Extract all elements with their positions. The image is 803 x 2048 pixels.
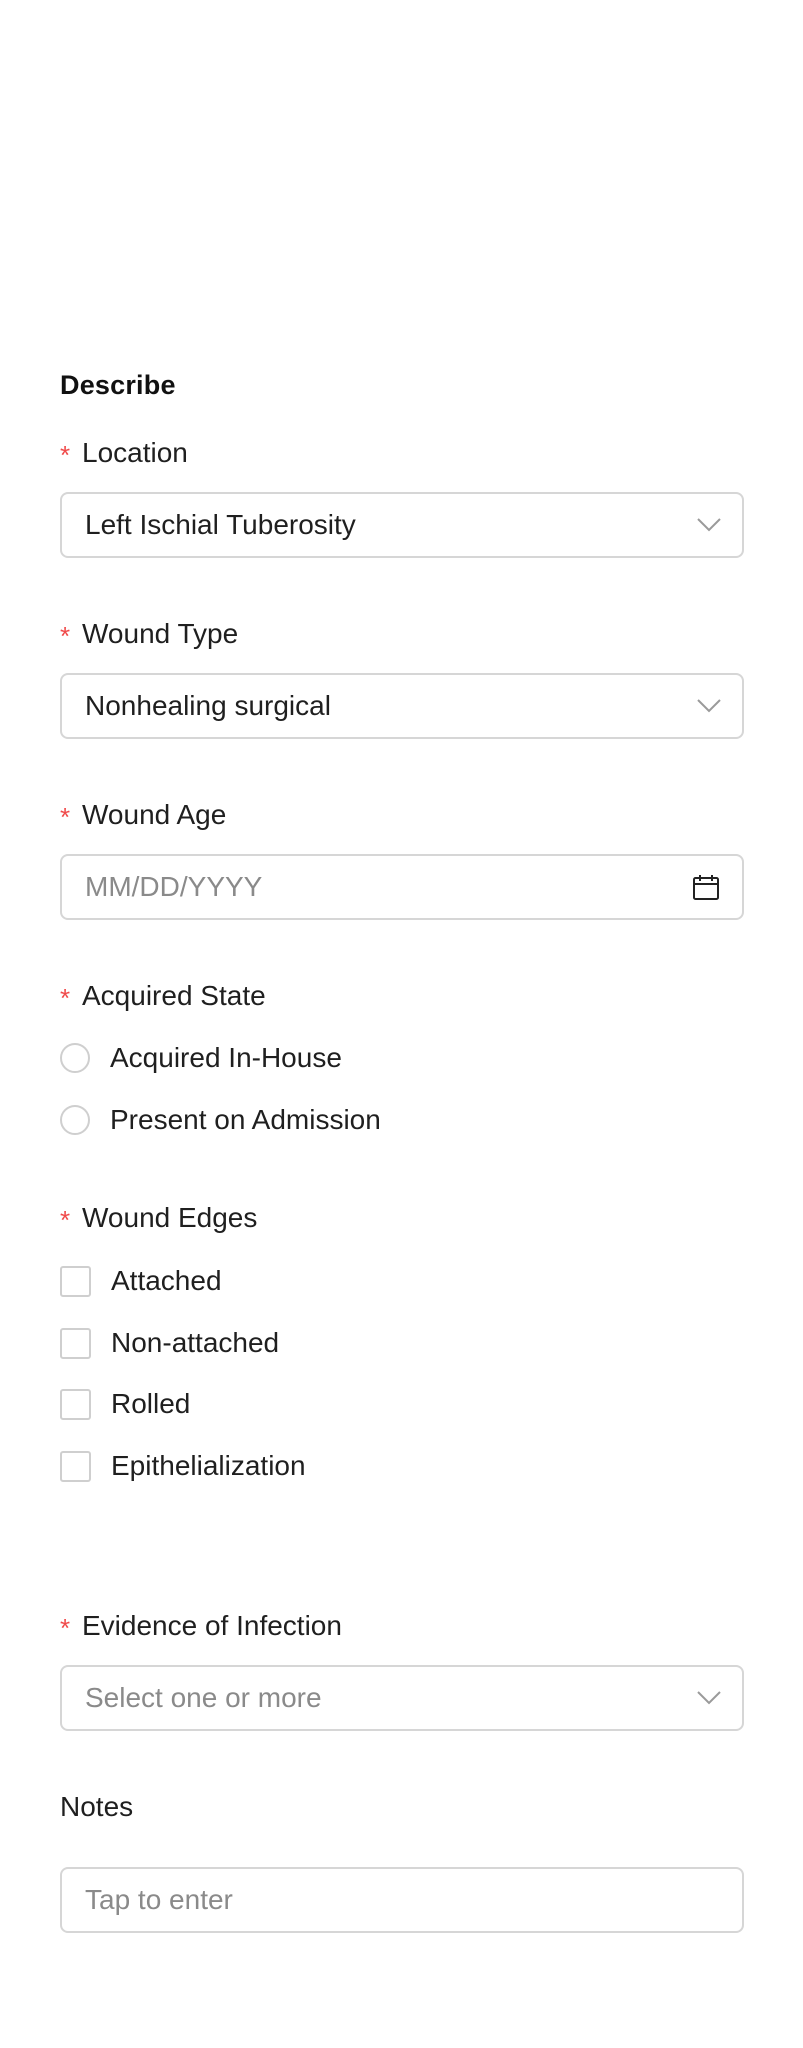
wound-age-label: * Wound Age — [60, 799, 227, 832]
section-title: Describe — [60, 370, 176, 400]
notes-input[interactable]: Tap to enter — [60, 1867, 744, 1933]
evidence-of-infection-placeholder: Select one or more — [85, 1682, 322, 1713]
required-marker: * — [60, 802, 71, 832]
wound-edges-label-text: Wound Edges — [82, 1202, 258, 1233]
checkbox[interactable] — [60, 1450, 91, 1482]
required-marker: * — [60, 983, 71, 1013]
wound-type-select[interactable]: Nonhealing surgical — [60, 673, 744, 739]
required-marker: * — [60, 1205, 71, 1235]
checkbox[interactable] — [60, 1327, 91, 1359]
wound-type-value: Nonhealing surgical — [85, 690, 331, 721]
checkbox-option-label: Epithelialization — [111, 1450, 306, 1481]
radio-option-label: Present on Admission — [110, 1104, 381, 1135]
checkbox-rolled[interactable]: Rolled — [60, 1386, 190, 1422]
checkbox-option-label: Attached — [111, 1265, 222, 1296]
wound-type-label-text: Wound Type — [82, 618, 239, 649]
radio-button[interactable] — [60, 1043, 90, 1073]
radio-present-on-admission[interactable]: Present on Admission — [60, 1102, 381, 1138]
checkbox-option-label: Rolled — [111, 1388, 191, 1419]
evidence-of-infection-label-text: Evidence of Infection — [82, 1610, 342, 1641]
location-value: Left Ischial Tuberosity — [85, 509, 356, 540]
checkbox-epithelialization[interactable]: Epithelialization — [60, 1448, 306, 1484]
required-marker: * — [60, 621, 71, 651]
evidence-of-infection-multiselect[interactable]: Select one or more — [60, 1665, 744, 1731]
acquired-state-label: * Acquired State — [60, 980, 266, 1013]
wound-age-date-input[interactable]: MM/DD/YYYY — [60, 854, 744, 920]
chevron-down-icon — [697, 1691, 721, 1705]
location-label-text: Location — [82, 437, 188, 468]
calendar-icon[interactable] — [692, 873, 720, 901]
required-marker: * — [60, 1613, 71, 1643]
notes-label: Notes — [60, 1791, 134, 1822]
acquired-state-label-text: Acquired State — [82, 980, 266, 1011]
wound-age-label-text: Wound Age — [82, 799, 227, 830]
checkbox[interactable] — [60, 1388, 91, 1420]
location-select[interactable]: Left Ischial Tuberosity — [60, 492, 744, 558]
wound-age-placeholder: MM/DD/YYYY — [85, 871, 263, 902]
wound-edges-label: * Wound Edges — [60, 1202, 258, 1235]
notes-placeholder: Tap to enter — [85, 1884, 233, 1915]
checkbox-option-label: Non-attached — [111, 1327, 280, 1358]
radio-acquired-in-house[interactable]: Acquired In-House — [60, 1040, 342, 1076]
required-marker: * — [60, 440, 71, 470]
location-label: * Location — [60, 437, 188, 470]
evidence-of-infection-label: * Evidence of Infection — [60, 1610, 342, 1643]
radio-option-label: Acquired In-House — [110, 1042, 342, 1073]
checkbox-non-attached[interactable]: Non-attached — [60, 1325, 279, 1361]
radio-button[interactable] — [60, 1105, 90, 1135]
chevron-down-icon — [697, 699, 721, 713]
checkbox[interactable] — [60, 1265, 91, 1297]
checkbox-attached[interactable]: Attached — [60, 1263, 222, 1299]
chevron-down-icon — [697, 518, 721, 532]
wound-type-label: * Wound Type — [60, 618, 239, 651]
